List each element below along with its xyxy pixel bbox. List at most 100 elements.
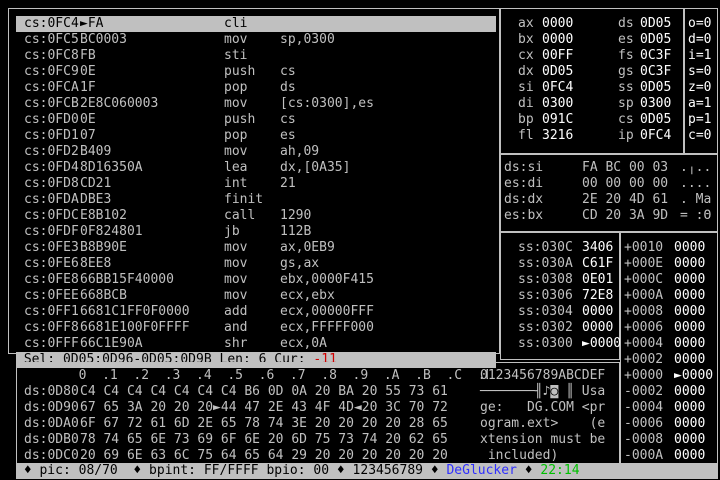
stack-offset-row[interactable]: +000E 0000 [624, 256, 716, 272]
stack-row[interactable]: ss:0302 0000 [504, 320, 618, 336]
disasm-address: cs:0FE3 [24, 240, 79, 255]
stack-offset-row[interactable]: +0010 0000 [624, 240, 716, 256]
disasm-operands: 112B [280, 224, 312, 239]
dump-row[interactable]: ds:0DC0 20 69 6E 63 6C 75 64 65 64 29 20 … [16, 448, 616, 464]
disasm-line[interactable]: cs:0FE3 B8B90E mov ax,0EB9 [16, 240, 496, 256]
stack-offset-row[interactable]: -0008 0000 [624, 432, 716, 448]
register-row[interactable]: bp 091C cs 0D05 [500, 112, 684, 128]
register-row[interactable]: di 0300 sp 0300 [500, 96, 684, 112]
disasm-line[interactable]: cs:0FDA DBE3 finit [16, 192, 496, 208]
disasm-line[interactable]: cs:0FE6 8EE8 mov gs,ax [16, 256, 496, 272]
register-row[interactable]: cx 00FF fs 0C3F [500, 48, 684, 64]
stack-row[interactable]: ss:0308 0E01 [504, 272, 618, 288]
disasm-line[interactable]: cs:0FC4 ►FA cli [16, 16, 496, 32]
dump-hex: 6F 67 72 61 6D 2E 65 78 74 3E 20 20 20 2… [80, 416, 448, 431]
register-row[interactable]: bx 0000 es 0D05 [500, 32, 684, 48]
stack-offset-row[interactable]: +0008 0000 [624, 304, 716, 320]
register-value: 0C3F [640, 64, 672, 79]
stack-offset-row[interactable]: -0002 0000 [624, 384, 716, 400]
register-row[interactable]: dx 0D05 gs 0C3F [500, 64, 684, 80]
dump-row[interactable]: ds:0DA0 6F 67 72 61 6D 2E 65 78 74 3E 20 … [16, 416, 616, 432]
stack-offset-row[interactable]: +000A 0000 [624, 288, 716, 304]
flag-item[interactable]: a=1 [688, 96, 711, 112]
stack-offset-row[interactable]: -0006 0000 [624, 416, 716, 432]
register-name: bp [518, 112, 534, 127]
stack-offset-row[interactable]: +0000 ►0000 [624, 368, 716, 384]
stack-row[interactable]: ss:0304 0000 [504, 304, 618, 320]
pointer-bytes: 00 00 00 00 [582, 176, 669, 191]
stack-offsets-list[interactable]: +0010 0000 +000E 0000 +000C 0000 +000A 0000 +000… [624, 240, 716, 464]
flag-item[interactable]: d=0 [688, 32, 711, 48]
flag-item[interactable]: s=0 [688, 64, 711, 80]
stack-row[interactable]: ss:030A C61F [504, 256, 618, 272]
pointer-bytes: 2E 20 4D 61 [582, 192, 669, 207]
flag-item[interactable]: i=1 [688, 48, 711, 64]
disassembly-list[interactable]: cs:0FC4 ►FA cli cs:0FC5 BC0003 mov sp,0300 cs:0… [16, 16, 496, 352]
disasm-address: cs:0FF8 [24, 320, 79, 335]
stack-row[interactable]: ss:0300 ►0000 [504, 336, 621, 352]
stack-value: 3406 [582, 240, 614, 255]
disasm-line[interactable]: cs:0FD0 0E push cs [16, 112, 496, 128]
disasm-operands: gs,ax [280, 256, 320, 271]
stack-offset-row[interactable]: +000C 0000 [624, 272, 716, 288]
disasm-line[interactable]: cs:0FC9 0E push cs [16, 64, 496, 80]
pointer-row[interactable]: ds:si FA BC 00 03 .╷.. [504, 160, 716, 176]
dump-row[interactable]: ds:0D80 C4 C4 C4 C4 C4 C4 C4 B6 0D 0A 20 … [16, 384, 616, 400]
disasm-line[interactable]: cs:0FD1 07 pop es [16, 128, 496, 144]
stack-offset-value: 0000 [674, 304, 706, 319]
flag-item[interactable]: o=0 [688, 16, 711, 32]
disasm-line[interactable]: cs:0FEE 668BCB mov ecx,ebx [16, 288, 496, 304]
dump-rows[interactable]: ds:0D80 C4 C4 C4 C4 C4 C4 C4 B6 0D 0A 20 … [16, 384, 616, 464]
disasm-line[interactable]: cs:0FF8 6681E100F0FFFF and ecx,FFFFF000 [16, 320, 496, 336]
register-row[interactable]: si 0FC4 ss 0D05 [500, 80, 684, 96]
pointer-row[interactable]: ds:dx 2E 20 4D 61 . Ma [504, 192, 716, 208]
stack-row[interactable]: ss:0306 72E8 [504, 288, 618, 304]
disasm-line[interactable]: cs:0FCB 2E8C060003 mov [cs:0300],es [16, 96, 496, 112]
register-row[interactable]: fl 3216 ip 0FC4 [500, 128, 684, 144]
disasm-bytes: 0F824801 [80, 224, 143, 239]
disasm-mnemonic: cli [224, 16, 248, 31]
dump-row[interactable]: ds:0D90 67 65 3A 20 20 20►44 47 2E 43 4F … [16, 400, 616, 416]
disasm-line[interactable]: cs:0FDF 0F824801 jb 112B [16, 224, 496, 240]
disasm-line[interactable]: cs:0FD2 B409 mov ah,09 [16, 144, 496, 160]
disasm-line[interactable]: cs:0FCA 1F pop ds [16, 80, 496, 96]
stack-offset: +000A [624, 288, 664, 303]
disasm-line[interactable]: cs:0FF1 6681C1FF0F0000 add ecx,00000FFF [16, 304, 496, 320]
stack-offset-row[interactable]: -0004 0000 [624, 400, 716, 416]
disasm-line[interactable]: cs:0FD4 8D16350A lea dx,[0A35] [16, 160, 496, 176]
disasm-line[interactable]: cs:0FD8 CD21 int 21 [16, 176, 496, 192]
dump-hex: 78 74 65 6E 73 69 6F 6E 20 6D 75 73 74 2… [80, 432, 448, 447]
app-name: DeGlucker [446, 463, 517, 478]
flag-item[interactable]: z=0 [688, 80, 711, 96]
stack-row[interactable]: ss:030C 3406 [504, 240, 618, 256]
disasm-line[interactable]: cs:0FC8 FB sti [16, 48, 496, 64]
registers-list[interactable]: ax 0000 ds 0D05 bx 0000 es 0D05 cx 00FF fs 0C3F dx 0D… [500, 16, 684, 144]
pointers-list[interactable]: ds:si FA BC 00 03 .╷.. es:di 00 00 00 00....… [504, 160, 716, 224]
disasm-mnemonic: and [224, 320, 248, 335]
stack-list[interactable]: ss:030C 3406 ss:030A C61F ss:0308 0E01 ss:0306… [504, 240, 621, 352]
disasm-line[interactable]: cs:0FC5 BC0003 mov sp,0300 [16, 32, 496, 48]
disasm-line[interactable]: cs:0FFF 66C1E90A shr ecx,0A [16, 336, 496, 352]
stack-address: ss:030A [518, 256, 573, 271]
dump-address: ds:0D90 [24, 400, 79, 415]
flags-list[interactable]: o=0 d=0 i=1 s=0 z=0 a=1 p=1 c=0 [688, 16, 718, 144]
stack-offset-row[interactable]: -000A 0000 [624, 448, 716, 464]
stack-offset-row[interactable]: +0006 0000 [624, 320, 716, 336]
pointer-row[interactable]: es:bx CD 20 3A 9D = :Θ [504, 208, 716, 224]
flag-item[interactable]: c=0 [688, 128, 711, 144]
pointer-row[interactable]: es:di 00 00 00 00.... [504, 176, 716, 192]
disasm-line[interactable]: cs:0FE8 66BB15F40000 mov ebx,0000F415 [16, 272, 496, 288]
disasm-address: cs:0FCB [24, 96, 79, 111]
disasm-line[interactable]: cs:0FDC E8B102 call 1290 [16, 208, 496, 224]
register-row[interactable]: ax 0000 ds 0D05 [500, 16, 684, 32]
disasm-mnemonic: mov [224, 272, 248, 287]
disasm-operands: ebx,0000F415 [280, 272, 374, 287]
disasm-bytes: B409 [80, 144, 112, 159]
disasm-bytes: 66C1E90A [80, 336, 143, 351]
stack-address: ss:0304 [518, 304, 573, 319]
dump-row[interactable]: ds:0DB0 78 74 65 6E 73 69 6F 6E 20 6D 75 … [16, 432, 616, 448]
stack-offset: +0000 [624, 368, 664, 383]
flag-item[interactable]: p=1 [688, 112, 711, 128]
stack-offset-row[interactable]: +0004 0000 [624, 336, 716, 352]
stack-offset-row[interactable]: +0002 0000 [624, 352, 716, 368]
